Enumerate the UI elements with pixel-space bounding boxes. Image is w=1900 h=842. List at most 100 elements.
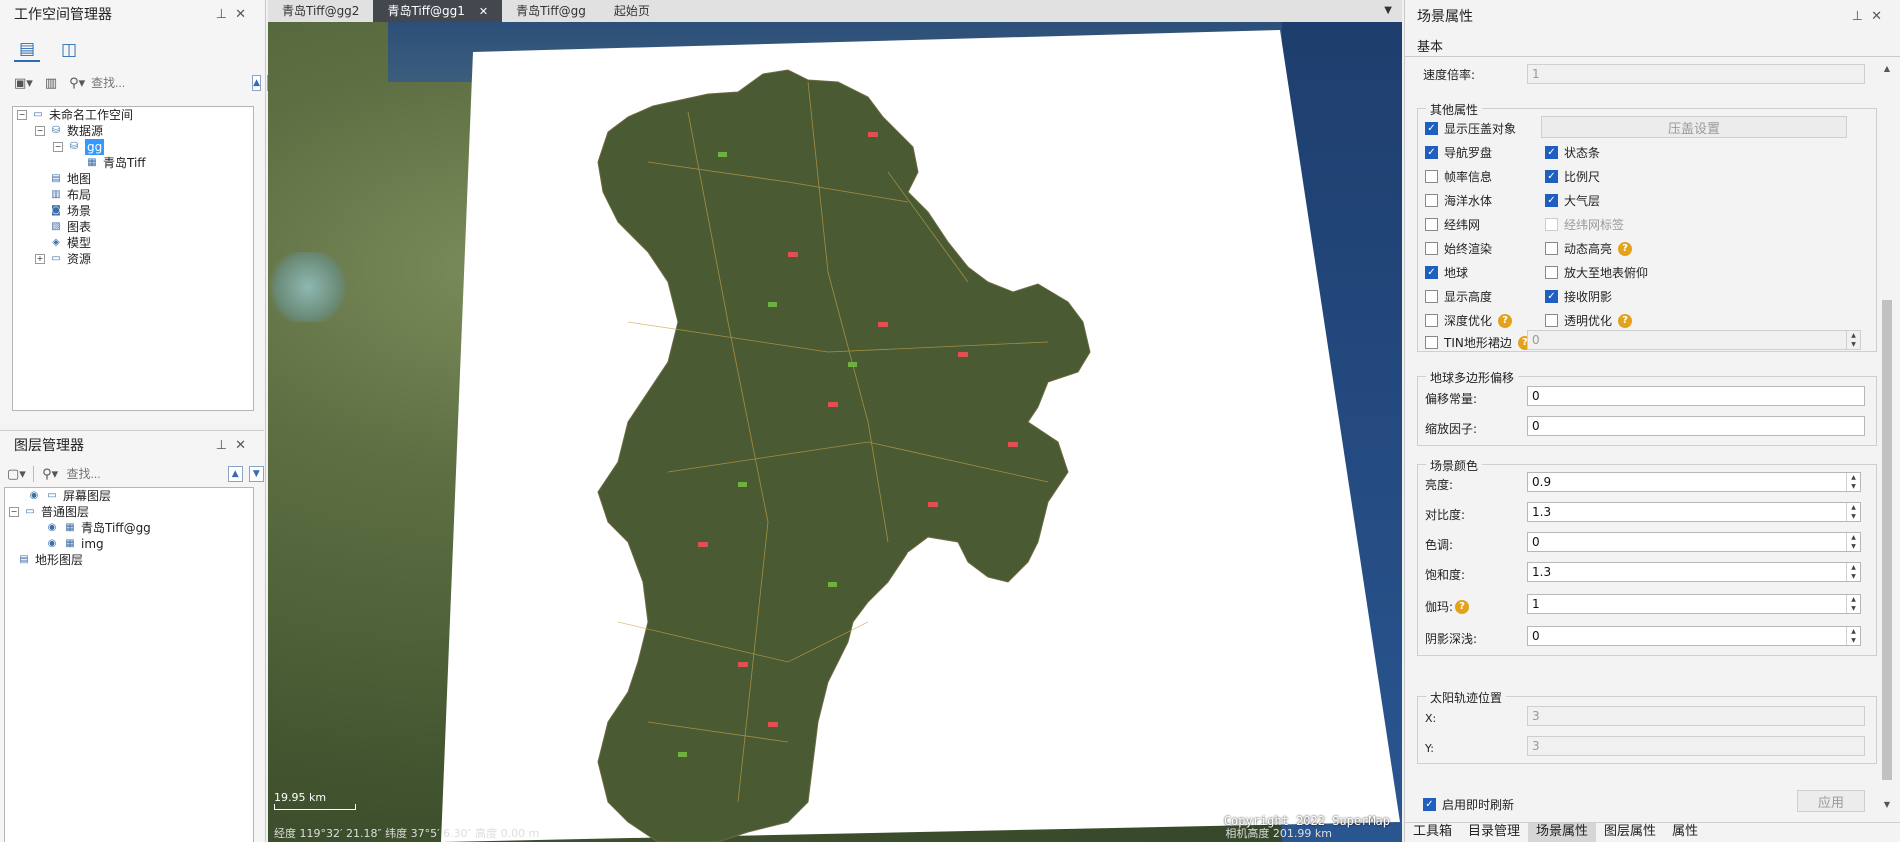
layer-node-terrain[interactable]: ▤ 地形图层 <box>5 552 253 568</box>
visible-eye-icon[interactable]: ◉ <box>27 490 41 502</box>
expand-icon[interactable]: + <box>35 254 45 264</box>
spinner-icon[interactable]: ▲ ▼ <box>1846 503 1860 521</box>
tab-qingdao-gg2[interactable]: 青岛Tiff@gg2 <box>268 0 373 22</box>
tree-node-datasources[interactable]: − ⛁ 数据源 <box>13 123 253 139</box>
spinner-icon[interactable]: ▲ ▼ <box>1846 563 1860 581</box>
depth-opt-checkbox[interactable]: 深度优化? <box>1425 312 1513 329</box>
workspace-tree-tab-icon[interactable]: ▤ <box>14 38 40 62</box>
contrast-input[interactable]: 1.3 ▲ ▼ <box>1527 502 1861 522</box>
frame-rate-checkbox[interactable]: 帧率信息 <box>1425 168 1492 185</box>
help-icon[interactable]: ? <box>1455 599 1470 614</box>
speed-ratio-field[interactable]: 1 <box>1527 64 1865 84</box>
close-icon[interactable]: ✕ <box>235 438 254 453</box>
scale-factor-input[interactable]: 0 <box>1527 416 1865 436</box>
saturation-input[interactable]: 1.3 ▲ ▼ <box>1527 562 1861 582</box>
scale-checkbox[interactable]: ✓ 比例尺 <box>1545 168 1600 185</box>
zoom-pitch-checkbox[interactable]: 放大至地表俯仰 <box>1545 264 1648 281</box>
layer-node-normal[interactable]: − ▭ 普通图层 <box>5 504 253 520</box>
tab-catalog[interactable]: 目录管理 <box>1460 823 1528 842</box>
tab-qingdao-gg[interactable]: 青岛Tiff@gg <box>502 0 600 22</box>
tab-scene-properties[interactable]: 场景属性 <box>1528 823 1597 842</box>
show-height-checkbox[interactable]: 显示高度 <box>1425 288 1492 305</box>
apply-button[interactable]: 应用 <box>1797 790 1865 812</box>
layer-search-input[interactable] <box>66 464 222 484</box>
scroll-down-icon[interactable]: ▼ <box>1882 800 1892 810</box>
tree-node-maps[interactable]: ▤ 地图 <box>13 171 253 187</box>
tab-basic[interactable]: 基本 <box>1417 36 1443 55</box>
always-render-checkbox[interactable]: 始终渲染 <box>1425 240 1492 257</box>
search-next-button[interactable]: ▼ <box>248 466 264 482</box>
status-bar-checkbox[interactable]: ✓ 状态条 <box>1545 144 1600 161</box>
tree-node-datasource-gg[interactable]: − ⛁ gg <box>13 139 253 155</box>
tree-node-dataset[interactable]: ▦ 青岛Tiff <box>13 155 253 171</box>
collapse-icon[interactable]: − <box>53 142 63 152</box>
document-icon[interactable]: ▥ <box>45 73 57 93</box>
help-icon[interactable]: ? <box>1618 241 1633 256</box>
scroll-up-icon[interactable]: ▲ <box>1882 64 1892 74</box>
resource-tab-icon[interactable]: ◫ <box>56 38 82 62</box>
tab-layer-properties[interactable]: 图层属性 <box>1596 823 1664 842</box>
nav-compass-checkbox[interactable]: ✓ 导航罗盘 <box>1425 144 1492 161</box>
tree-node-layouts[interactable]: ▥ 布局 <box>13 187 253 203</box>
graticule-label-checkbox[interactable]: 经纬网标签 <box>1545 216 1624 233</box>
tab-qingdao-gg1[interactable]: 青岛Tiff@gg1 ✕ <box>373 0 503 22</box>
pin-icon[interactable]: ⊥ <box>216 7 235 22</box>
search-prev-button[interactable]: ▲ <box>227 466 243 482</box>
layer-node-screen[interactable]: ◉ ▭ 屏幕图层 <box>5 488 253 504</box>
brightness-input[interactable]: 0.9 ▲ ▼ <box>1527 472 1861 492</box>
help-icon[interactable]: ? <box>1618 313 1633 328</box>
scroll-thumb[interactable] <box>1882 300 1892 780</box>
spinner-icon[interactable]: ▲ ▼ <box>1846 627 1860 645</box>
collapse-icon[interactable]: − <box>17 110 27 120</box>
receive-shadow-checkbox[interactable]: ✓ 接收阴影 <box>1545 288 1612 305</box>
workspace-search-input[interactable] <box>91 73 247 93</box>
tree-node-resources[interactable]: + ▭ 资源 <box>13 251 253 267</box>
tab-list-dropdown-icon[interactable]: ▼ <box>1384 0 1392 22</box>
help-icon[interactable]: ? <box>1498 313 1513 328</box>
visible-eye-icon[interactable]: ◉ <box>45 538 59 550</box>
hue-input[interactable]: 0 ▲ ▼ <box>1527 532 1861 552</box>
tree-node-charts[interactable]: ▧ 图表 <box>13 219 253 235</box>
globe-checkbox[interactable]: ✓ 地球 <box>1425 264 1468 281</box>
collapse-icon[interactable]: − <box>9 507 19 517</box>
layer-style-icon[interactable]: ▢▾ <box>6 464 27 484</box>
collapse-icon[interactable]: − <box>35 126 45 136</box>
props-scrollbar[interactable]: ▲ ▼ <box>1880 60 1894 810</box>
search-prev-button[interactable]: ▲ <box>252 75 262 91</box>
scene-view-3d[interactable]: 青岛市 19.95 km Copyright 2022 SuperMap 经度 … <box>268 22 1402 842</box>
layer-node-img[interactable]: ◉ ▦ img <box>5 536 253 552</box>
tab-start-page[interactable]: 起始页 <box>600 0 664 22</box>
close-icon[interactable]: ✕ <box>1871 9 1890 24</box>
spinner-icon[interactable]: ▲ ▼ <box>1846 595 1860 613</box>
pin-icon[interactable]: ⊥ <box>1852 9 1871 24</box>
realtime-refresh-checkbox[interactable]: ✓ 启用即时刷新 <box>1423 796 1514 813</box>
close-icon[interactable]: ✕ <box>235 7 254 22</box>
tree-node-workspace[interactable]: − ▭ 未命名工作空间 <box>13 107 253 123</box>
spinner-icon[interactable]: ▲ ▼ <box>1846 331 1860 349</box>
tree-node-models[interactable]: ◈ 模型 <box>13 235 253 251</box>
cover-settings-button[interactable]: 压盖设置 <box>1541 116 1847 138</box>
transparent-opt-checkbox[interactable]: 透明优化? <box>1545 312 1633 329</box>
sun-x-field[interactable]: 3 <box>1527 706 1865 726</box>
tab-toolbox[interactable]: 工具箱 <box>1405 823 1460 842</box>
tin-skirt-checkbox[interactable]: TIN地形裙边? <box>1425 334 1532 351</box>
visible-eye-icon[interactable]: ◉ <box>45 522 59 534</box>
close-tab-icon[interactable]: ✕ <box>479 5 488 18</box>
pin-icon[interactable]: ⊥ <box>216 438 235 453</box>
spinner-icon[interactable]: ▲ ▼ <box>1846 533 1860 551</box>
dynamic-highlight-checkbox[interactable]: 动态高亮? <box>1545 240 1633 257</box>
tin-skirt-field[interactable]: 0 ▲ ▼ <box>1527 330 1861 350</box>
atmosphere-checkbox[interactable]: ✓ 大气层 <box>1545 192 1600 209</box>
offset-constant-input[interactable]: 0 <box>1527 386 1865 406</box>
open-workspace-icon[interactable]: ▣▾ <box>14 73 33 93</box>
layer-node-tiff[interactable]: ◉ ▦ 青岛Tiff@gg <box>5 520 253 536</box>
show-cover-checkbox[interactable]: ✓ 显示压盖对象 <box>1425 120 1516 137</box>
search-icon[interactable]: ⚲▾ <box>40 464 61 484</box>
graticule-checkbox[interactable]: 经纬网 <box>1425 216 1480 233</box>
tree-node-scenes[interactable]: ◙ 场景 <box>13 203 253 219</box>
search-icon[interactable]: ⚲▾ <box>69 73 85 93</box>
spinner-icon[interactable]: ▲ ▼ <box>1846 473 1860 491</box>
gamma-input[interactable]: 1 ▲ ▼ <box>1527 594 1861 614</box>
sun-y-field[interactable]: 3 <box>1527 736 1865 756</box>
ocean-checkbox[interactable]: 海洋水体 <box>1425 192 1492 209</box>
